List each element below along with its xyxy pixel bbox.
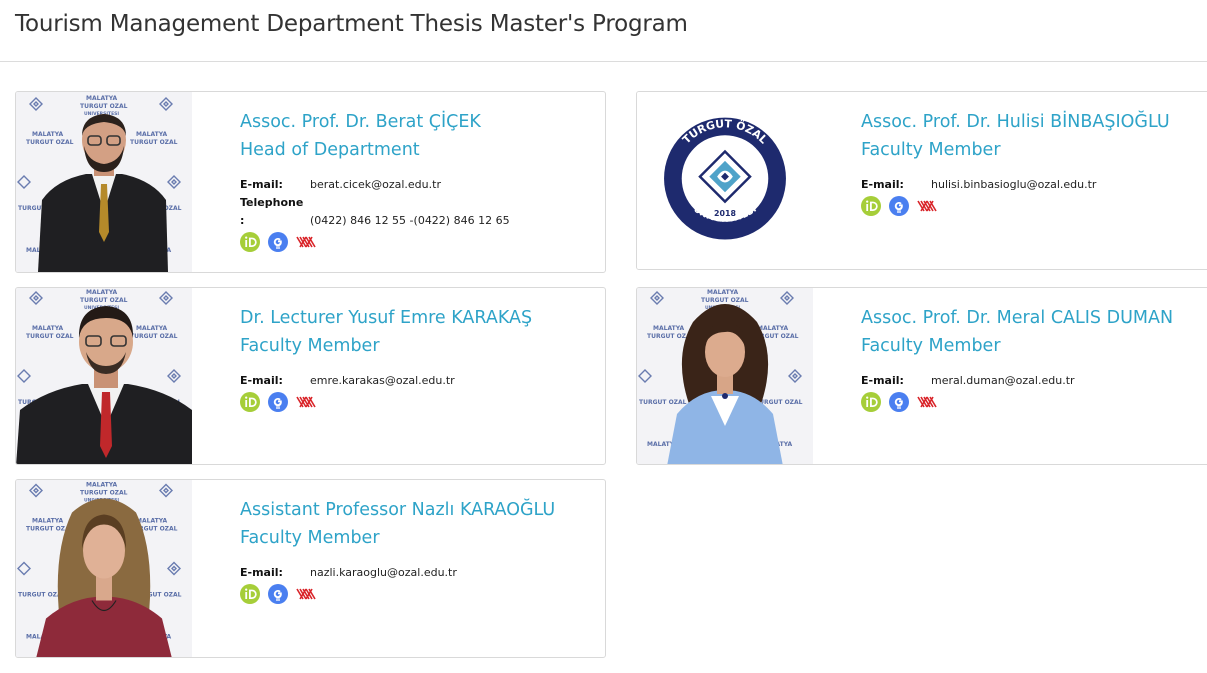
telephone-label-colon: : xyxy=(240,214,245,227)
member-role: Faculty Member xyxy=(240,528,380,548)
google-scholar-icon[interactable] xyxy=(889,196,909,216)
member-photo xyxy=(637,288,813,464)
page-header: Tourism Management Department Thesis Mas… xyxy=(0,0,1207,62)
member-name-link[interactable]: Dr. Lecturer Yusuf Emre KARAKAŞ xyxy=(240,304,599,332)
yok-academic-icon[interactable] xyxy=(296,584,316,604)
profile-links xyxy=(861,392,1207,412)
email-value[interactable]: berat.cicek@ozal.edu.tr xyxy=(310,176,441,194)
member-name-link[interactable]: Assoc. Prof. Dr. Berat ÇİÇEK xyxy=(240,108,599,136)
email-label: E-mail: xyxy=(861,178,904,191)
yok-academic-icon[interactable] xyxy=(917,196,937,216)
member-card: TURGUT ÖZAL ÜNİVERSİTESİ 2018 Assoc. Pro… xyxy=(636,91,1207,270)
email-label: E-mail: xyxy=(861,374,904,387)
email-value[interactable]: hulisi.binbasioglu@ozal.edu.tr xyxy=(931,176,1096,194)
profile-links xyxy=(240,584,599,604)
member-photo xyxy=(16,92,192,272)
member-name-link[interactable]: Assoc. Prof. Dr. Meral CALIS DUMAN xyxy=(861,304,1207,332)
email-value[interactable]: nazli.karaoglu@ozal.edu.tr xyxy=(310,564,457,582)
orcid-icon[interactable] xyxy=(861,196,881,216)
member-role: Faculty Member xyxy=(240,336,380,356)
telephone-label: Telephone xyxy=(240,196,304,209)
logo-year: 2018 xyxy=(714,209,736,218)
contact-block: E-mail: hulisi.binbasioglu@ozal.edu.tr xyxy=(861,176,1207,216)
member-info: Assoc. Prof. Dr. Hulisi BİNBAŞIOĞLU Facu… xyxy=(861,108,1207,216)
member-card: Assoc. Prof. Dr. Meral CALIS DUMAN Facul… xyxy=(636,287,1207,465)
contact-block: E-mail: emre.karakas@ozal.edu.tr xyxy=(240,372,599,412)
member-role: Faculty Member xyxy=(861,336,1001,356)
orcid-icon[interactable] xyxy=(240,232,260,252)
member-card: Assistant Professor Nazlı KARAOĞLU Facul… xyxy=(15,479,606,658)
contact-block: E-mail: nazli.karaoglu@ozal.edu.tr xyxy=(240,564,599,604)
google-scholar-icon[interactable] xyxy=(268,584,288,604)
yok-academic-icon[interactable] xyxy=(296,392,316,412)
member-role: Faculty Member xyxy=(861,140,1001,160)
member-info: Dr. Lecturer Yusuf Emre KARAKAŞ Faculty … xyxy=(240,304,599,412)
member-info: Assoc. Prof. Dr. Berat ÇİÇEK Head of Dep… xyxy=(240,108,599,252)
member-photo xyxy=(16,480,192,657)
profile-links xyxy=(240,392,599,412)
contact-block: E-mail: berat.cicek@ozal.edu.tr Telephon… xyxy=(240,176,599,252)
profile-links xyxy=(240,232,599,252)
orcid-icon[interactable] xyxy=(861,392,881,412)
yok-academic-icon[interactable] xyxy=(917,392,937,412)
contact-block: E-mail: meral.duman@ozal.edu.tr xyxy=(861,372,1207,412)
university-logo: TURGUT ÖZAL ÜNİVERSİTESİ 2018 xyxy=(637,92,813,269)
page-title: Tourism Management Department Thesis Mas… xyxy=(15,11,688,37)
yok-academic-icon[interactable] xyxy=(296,232,316,252)
member-photo xyxy=(16,288,192,464)
member-card: Dr. Lecturer Yusuf Emre KARAKAŞ Faculty … xyxy=(15,287,606,465)
orcid-icon[interactable] xyxy=(240,584,260,604)
email-label: E-mail: xyxy=(240,566,283,579)
member-info: Assistant Professor Nazlı KARAOĞLU Facul… xyxy=(240,496,599,604)
email-value[interactable]: emre.karakas@ozal.edu.tr xyxy=(310,372,455,390)
email-value[interactable]: meral.duman@ozal.edu.tr xyxy=(931,372,1075,390)
orcid-icon[interactable] xyxy=(240,392,260,412)
email-label: E-mail: xyxy=(240,178,283,191)
member-info: Assoc. Prof. Dr. Meral CALIS DUMAN Facul… xyxy=(861,304,1207,412)
google-scholar-icon[interactable] xyxy=(268,232,288,252)
member-name-link[interactable]: Assistant Professor Nazlı KARAOĞLU xyxy=(240,496,599,524)
google-scholar-icon[interactable] xyxy=(889,392,909,412)
google-scholar-icon[interactable] xyxy=(268,392,288,412)
member-card: Assoc. Prof. Dr. Berat ÇİÇEK Head of Dep… xyxy=(15,91,606,273)
email-label: E-mail: xyxy=(240,374,283,387)
profile-links xyxy=(861,196,1207,216)
telephone-value[interactable]: (0422) 846 12 55 -(0422) 846 12 65 xyxy=(310,212,510,230)
member-name-link[interactable]: Assoc. Prof. Dr. Hulisi BİNBAŞIOĞLU xyxy=(861,108,1207,136)
member-role: Head of Department xyxy=(240,140,420,160)
